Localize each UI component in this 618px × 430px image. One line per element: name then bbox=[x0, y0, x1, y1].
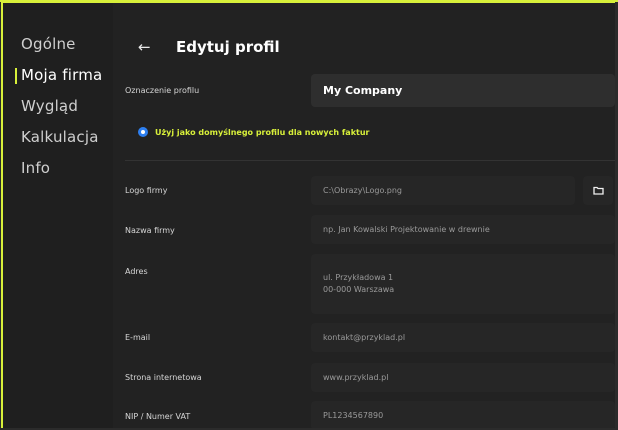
arrow-left-icon[interactable]: ← bbox=[138, 38, 154, 56]
sidebar-item-info[interactable]: Info bbox=[3, 153, 113, 184]
sidebar: Ogólne Moja firma Wygląd Kalkulacja Info bbox=[3, 3, 113, 428]
address-field[interactable]: ul. Przykładowa 1 00-000 Warszawa bbox=[311, 254, 615, 314]
company-name-field[interactable]: np. Jan Kowalski Projektowanie w drewnie bbox=[311, 215, 615, 244]
app-window: Ogólne Moja firma Wygląd Kalkulacja Info… bbox=[1, 1, 615, 428]
sidebar-item-general[interactable]: Ogólne bbox=[3, 29, 113, 60]
default-profile-option[interactable]: Użyj jako domyślnego profilu dla nowych … bbox=[138, 127, 369, 137]
email-label: E-mail bbox=[125, 333, 151, 342]
company-name-label: Nazwa firmy bbox=[125, 226, 175, 235]
sidebar-item-my-company[interactable]: Moja firma bbox=[3, 60, 113, 91]
email-field[interactable]: kontakt@przyklad.pl bbox=[311, 323, 615, 352]
vat-field[interactable]: PL1234567890 bbox=[311, 401, 615, 428]
logo-path-field[interactable]: C:\Obrazy\Logo.png bbox=[311, 176, 575, 205]
address-line-1: ul. Przykładowa 1 bbox=[323, 273, 394, 282]
sidebar-item-appearance[interactable]: Wygląd bbox=[3, 91, 113, 122]
address-line-2: 00-000 Warszawa bbox=[323, 285, 395, 294]
website-field[interactable]: www.przyklad.pl bbox=[311, 363, 615, 392]
page-header: ← Edytuj profil bbox=[138, 38, 280, 56]
address-label: Adres bbox=[125, 267, 148, 276]
logo-label: Logo firmy bbox=[125, 186, 168, 195]
page-title: Edytuj profil bbox=[176, 38, 280, 56]
browse-button[interactable] bbox=[583, 176, 613, 205]
vat-label: NIP / Numer VAT bbox=[125, 412, 191, 421]
radio-checked-icon[interactable] bbox=[138, 127, 148, 137]
website-label: Strona internetowa bbox=[125, 373, 202, 382]
divider bbox=[125, 160, 615, 161]
sidebar-item-calculation[interactable]: Kalkulacja bbox=[3, 122, 113, 153]
profile-name-field[interactable]: My Company bbox=[311, 74, 615, 107]
main-panel: ← Edytuj profil Oznaczenie profilu My Co… bbox=[113, 3, 615, 428]
profile-label: Oznaczenie profilu bbox=[125, 86, 200, 95]
folder-icon bbox=[592, 186, 604, 195]
default-profile-label: Użyj jako domyślnego profilu dla nowych … bbox=[155, 127, 370, 137]
